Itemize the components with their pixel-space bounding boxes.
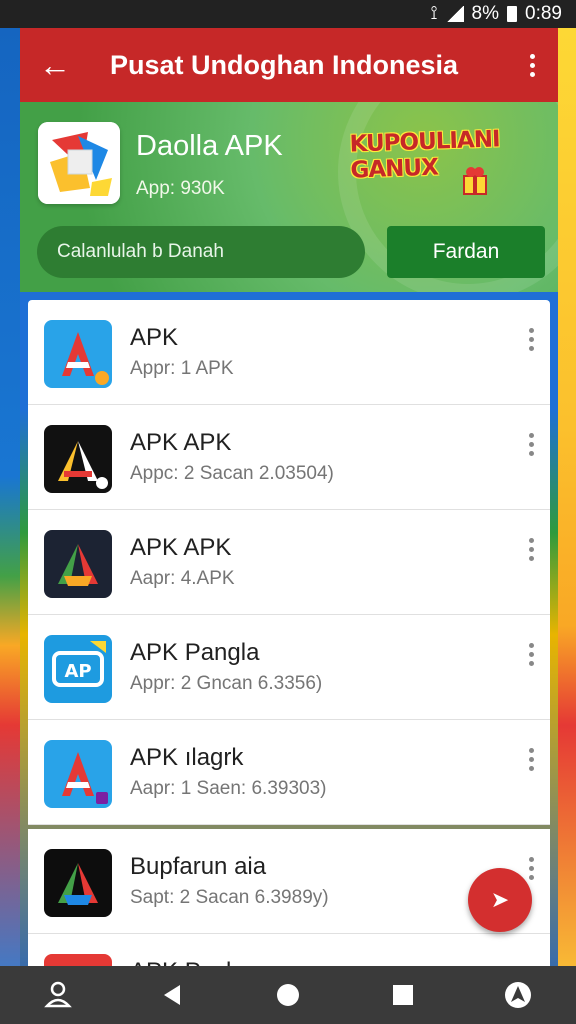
- list-item[interactable]: APK APK Appc: 2 Sacan 2.03504): [28, 405, 550, 510]
- app-meta: Appr: 2 Gncan 6.3356): [130, 673, 323, 694]
- android-red-icon: [44, 320, 112, 388]
- clock: 0:89: [525, 3, 562, 24]
- featured-banner: Daolla APK App: 930K KUPOULIANI GANUX Ca…: [20, 102, 558, 292]
- app-meta: Aapr: 1 Saen: 6.39303): [130, 778, 327, 799]
- item-menu-icon[interactable]: [529, 748, 534, 771]
- search-input[interactable]: Calanlulah b Danah: [37, 226, 365, 278]
- app-name: APK Pack: [130, 958, 238, 966]
- search-button[interactable]: Fardan: [387, 226, 545, 278]
- android-red-icon: [44, 740, 112, 808]
- recents-nav-icon[interactable]: [383, 975, 423, 1015]
- app-name: APK: [130, 324, 179, 351]
- app-meta: Appc: 2 Sacan 2.03504): [130, 463, 334, 484]
- vibrate-icon: ⟟: [430, 3, 438, 24]
- gift-icon: [463, 167, 487, 195]
- overflow-menu-icon[interactable]: [506, 53, 558, 77]
- android-dark-icon: [44, 849, 112, 917]
- item-menu-icon[interactable]: [529, 433, 534, 456]
- android-dark-icon: [44, 425, 112, 493]
- featured-app-count: App: 930K: [136, 178, 225, 199]
- app-name: APK ılagrk: [130, 744, 244, 771]
- app-name: APK APK: [130, 534, 232, 561]
- app-name: APK APK: [130, 429, 232, 456]
- right-decor-strip: [558, 28, 576, 1024]
- item-menu-icon[interactable]: [529, 538, 534, 561]
- battery-percent: 8%: [471, 3, 500, 24]
- download-fab[interactable]: ➤: [468, 868, 532, 932]
- list-item[interactable]: APK ılagrk Aapr: 1 Saen: 6.39303): [28, 720, 550, 825]
- item-menu-icon[interactable]: [529, 643, 534, 666]
- app-name: Bupfarun aia: [130, 853, 267, 880]
- app-bar: ← Pusat Undoghan Indonesia: [20, 28, 558, 102]
- list-item[interactable]: APK Appr: 1 APK: [28, 300, 550, 405]
- play-arrow-icon: ➤: [490, 887, 510, 912]
- list-item[interactable]: AP APK Pangla Appr: 2 Gncan 6.3356): [28, 615, 550, 720]
- app-meta: Sapt: 2 Sacan 6.3989y): [130, 887, 329, 908]
- app-meta: Aapr: 4.APK: [130, 568, 235, 589]
- featured-app-icon[interactable]: [38, 122, 120, 204]
- home-nav-icon[interactable]: [268, 975, 308, 1015]
- list-item[interactable]: Bupfarun aia Sapt: 2 Sacan 6.3989y): [28, 829, 550, 934]
- back-nav-icon[interactable]: [153, 975, 193, 1015]
- apk-blue-icon: AP: [44, 635, 112, 703]
- app-list: APK Appr: 1 APK APK APK Appc: 2 Sacan 2.…: [28, 300, 550, 966]
- app-name: APK Pangla: [130, 639, 260, 666]
- left-decor-strip: [0, 28, 20, 1024]
- promo-text[interactable]: KUPOULIANI GANUX: [349, 124, 558, 183]
- profile-icon[interactable]: [38, 975, 78, 1015]
- list-item[interactable]: APK Pack: [28, 934, 550, 966]
- android-red-icon: [44, 954, 112, 966]
- assistant-icon[interactable]: [498, 975, 538, 1015]
- item-menu-icon[interactable]: [529, 328, 534, 351]
- app-meta: Appr: 1 APK: [130, 358, 234, 379]
- back-arrow-icon[interactable]: ←: [20, 47, 90, 84]
- svg-text:AP: AP: [64, 661, 91, 682]
- item-menu-icon[interactable]: [529, 857, 534, 880]
- signal-icon: [445, 6, 464, 22]
- system-nav-bar: [0, 966, 576, 1024]
- status-bar: ⟟ 8% 0:89: [0, 0, 576, 28]
- list-item[interactable]: APK APK Aapr: 4.APK: [28, 510, 550, 615]
- featured-app-name: Daolla APK: [136, 130, 283, 162]
- android-dark-icon: [44, 530, 112, 598]
- battery-icon: [507, 6, 518, 22]
- page-title: Pusat Undoghan Indonesia: [110, 49, 459, 80]
